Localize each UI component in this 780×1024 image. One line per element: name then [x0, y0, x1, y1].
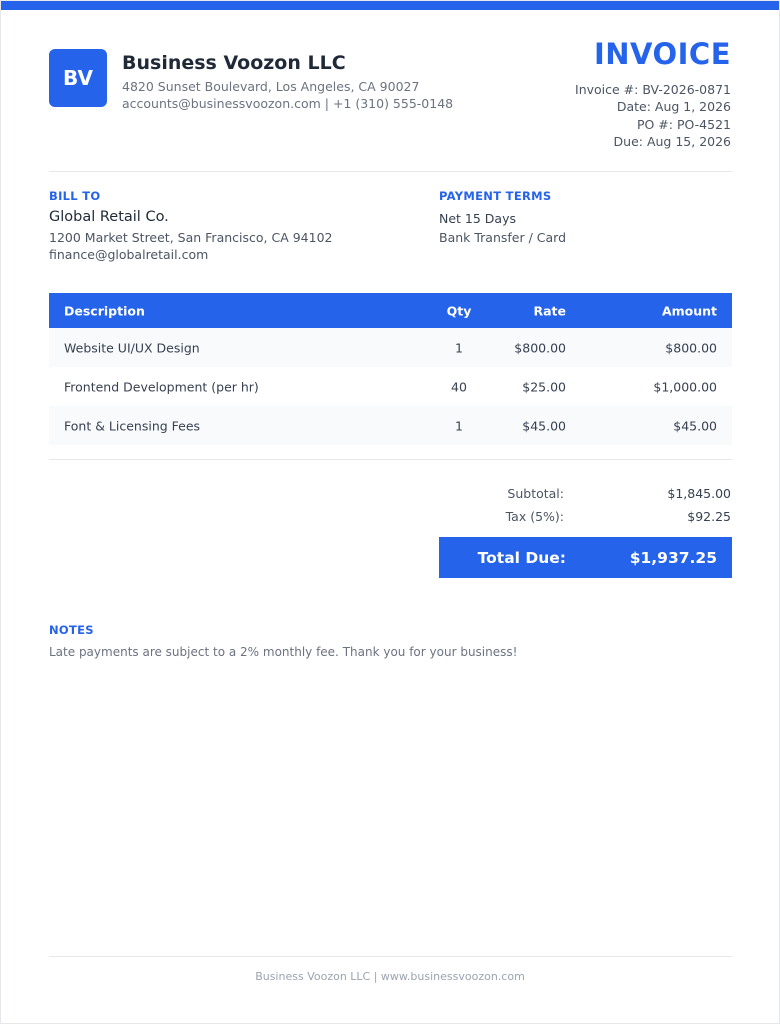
item-description: Frontend Development (per hr) — [64, 379, 259, 394]
bill-to-label: BILL TO — [49, 189, 101, 203]
total-due-label: Total Due: — [477, 548, 566, 567]
company-contact: accounts@businessvoozon.com | +1 (310) 5… — [122, 96, 454, 111]
subtotal-value: $1,845.00 — [667, 486, 731, 501]
item-amount: $45.00 — [673, 418, 717, 433]
notes-label: NOTES — [49, 623, 94, 637]
footer-text: Business Voozon LLC | www.businessvoozon… — [255, 970, 525, 983]
item-description: Website UI/UX Design — [64, 340, 200, 355]
payment-terms-value: Net 15 Days — [439, 211, 516, 226]
table-divider — [49, 459, 732, 460]
item-qty: 1 — [455, 340, 463, 355]
total-due-box: Total Due: $1,937.25 — [439, 537, 732, 578]
due-date: Due: Aug 15, 2026 — [613, 134, 731, 149]
item-qty: 40 — [451, 379, 467, 394]
invoice-date: Date: Aug 1, 2026 — [616, 99, 731, 114]
top-accent-bar — [1, 1, 779, 10]
item-amount: $1,000.00 — [653, 379, 717, 394]
table-row: Font & Licensing Fees 1 $45.00 $45.00 — [49, 406, 732, 445]
line-items-table: Description Qty Rate Amount Website UI/U… — [49, 293, 732, 445]
column-header-description: Description — [64, 303, 145, 318]
item-description: Font & Licensing Fees — [64, 418, 201, 433]
tax-label: Tax (5%): — [505, 509, 564, 524]
column-header-rate: Rate — [533, 303, 566, 318]
payment-terms-label: PAYMENT TERMS — [439, 189, 552, 203]
item-rate: $45.00 — [522, 418, 566, 433]
item-qty: 1 — [455, 418, 463, 433]
total-due-value: $1,937.25 — [629, 548, 717, 567]
table-header: Description Qty Rate Amount — [49, 293, 732, 328]
invoice-number: Invoice #: BV-2026-0871 — [575, 82, 731, 97]
company-address: 4820 Sunset Boulevard, Los Angeles, CA 9… — [122, 79, 420, 94]
bill-to-name: Global Retail Co. — [49, 209, 169, 225]
notes-text: Late payments are subject to a 2% monthl… — [49, 645, 518, 659]
item-amount: $800.00 — [665, 340, 717, 355]
column-header-qty: Qty — [446, 303, 472, 318]
table-row: Frontend Development (per hr) 40 $25.00 … — [49, 367, 732, 406]
table-row: Website UI/UX Design 1 $800.00 $800.00 — [49, 328, 732, 367]
company-name: Business Voozon LLC — [122, 52, 346, 74]
purchase-order-number: PO #: PO-4521 — [636, 117, 731, 132]
bill-to-email: finance@globalretail.com — [49, 247, 209, 262]
item-rate: $800.00 — [514, 340, 566, 355]
footer-divider — [49, 956, 732, 957]
payment-method: Bank Transfer / Card — [439, 230, 567, 245]
column-header-amount: Amount — [661, 303, 717, 318]
bill-to-address: 1200 Market Street, San Francisco, CA 94… — [49, 230, 333, 245]
company-logo: BV — [49, 49, 107, 107]
invoice-page: BV Business Voozon LLC 4820 Sunset Boule… — [0, 0, 780, 1024]
invoice-title: INVOICE — [593, 37, 731, 71]
header-divider — [49, 171, 732, 172]
subtotal-label: Subtotal: — [507, 486, 564, 501]
item-rate: $25.00 — [522, 379, 566, 394]
tax-value: $92.25 — [687, 509, 731, 524]
